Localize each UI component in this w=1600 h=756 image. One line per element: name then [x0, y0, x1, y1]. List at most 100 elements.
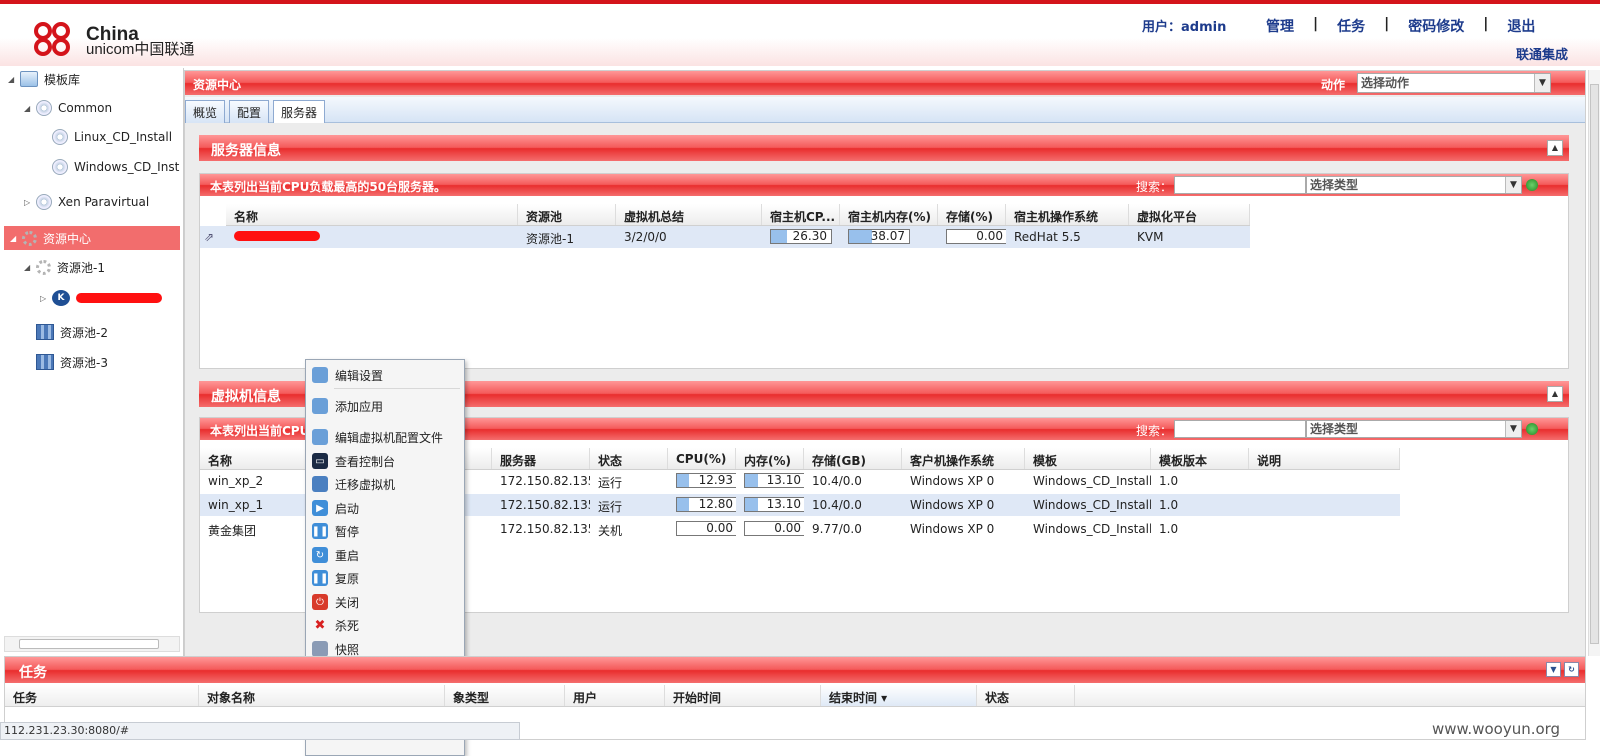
tree-node-common[interactable]: ◢ Common	[24, 96, 112, 120]
search-go-icon[interactable]	[1526, 423, 1538, 435]
server-table-panel: 本表列出当前CPU负载最高的50台服务器。 搜索： 选择类型 ▼ 名称 资源池 …	[199, 173, 1569, 369]
server-type-select[interactable]: 选择类型 ▼	[1306, 176, 1522, 194]
top-nav: 管理 | 任务 | 密码修改 | 退出	[1262, 16, 1539, 36]
menu-item-edit-settings[interactable]: 编辑设置	[306, 364, 464, 386]
col-object-type[interactable]: 象类型	[445, 685, 565, 706]
menu-item-add-app[interactable]: 添加应用	[306, 395, 464, 417]
kill-icon: ✖	[314, 617, 326, 633]
col-guest-os[interactable]: 客户机操作系统	[902, 448, 1025, 469]
logo-line2: unicom中国联通	[86, 41, 195, 58]
vm-type-select[interactable]: 选择类型 ▼	[1306, 420, 1522, 438]
col-end-time[interactable]: 结束时间 ▾	[821, 685, 977, 706]
guest-os-cell: Windows XP 0	[910, 474, 995, 488]
col-host-cpu[interactable]: 宿主机CP...	[762, 204, 840, 225]
tree-node-template-library[interactable]: ◢ 模板库	[8, 67, 80, 91]
tab-overview[interactable]: 概览	[185, 100, 226, 123]
col-start-time[interactable]: 开始时间	[665, 685, 821, 706]
menu-item-label: 启动	[335, 501, 360, 516]
col-template[interactable]: 模板	[1025, 448, 1151, 469]
col-host-mem[interactable]: 宿主机内存(%)	[840, 204, 938, 225]
col-task[interactable]: 任务	[5, 685, 199, 706]
expand-toggle-icon[interactable]: ◢	[24, 104, 36, 113]
kvm-server-icon: K	[52, 290, 70, 306]
scrollbar-thumb[interactable]	[1590, 84, 1599, 644]
collapse-down-icon[interactable]: ▼	[1546, 662, 1561, 677]
type-select-value: 选择类型	[1310, 422, 1359, 436]
tree-node-windows-cd[interactable]: Windows_CD_Inst	[52, 155, 180, 179]
mem-usage-bar: 13.10	[744, 497, 804, 512]
nav-password-link[interactable]: 密码修改	[1404, 16, 1468, 36]
collapse-up-icon[interactable]: ▲	[1547, 386, 1563, 402]
refresh-icon[interactable]: ↻	[1564, 662, 1579, 677]
tab-strip: 概览 配置 服务器	[185, 97, 1585, 123]
server-search-input[interactable]	[1174, 176, 1306, 194]
chevron-down-icon: ▼	[1534, 74, 1550, 92]
storage-cell: 10.4/0.0	[812, 474, 862, 488]
col-cpu[interactable]: CPU(%)	[668, 448, 736, 469]
menu-item-power[interactable]: ⏻ 关闭	[306, 591, 464, 613]
tree-node-pool-1[interactable]: ◢ 资源池-1	[24, 255, 105, 279]
type-select-value: 选择类型	[1310, 178, 1359, 192]
nav-logout-link[interactable]: 退出	[1503, 16, 1539, 36]
col-template-version[interactable]: 模板版本	[1151, 448, 1249, 469]
col-server[interactable]: 服务器	[492, 448, 590, 469]
table-row[interactable]: ⇗ 资源池-1 3/2/0/0 26.30 38.07 0.00 RedHat …	[200, 226, 1250, 248]
col-storage[interactable]: 存储(%)	[938, 204, 1006, 225]
tree-horizontal-scrollbar[interactable]	[4, 636, 180, 652]
tree-node-server[interactable]: ▷ K	[40, 286, 162, 310]
menu-item-resume[interactable]: ❚❚ 复原	[306, 567, 464, 589]
tab-servers[interactable]: 服务器	[273, 100, 326, 123]
vm-info-title: 虚拟机信息	[211, 389, 281, 405]
search-go-icon[interactable]	[1526, 179, 1538, 191]
expand-toggle-icon[interactable]: ◢	[24, 263, 36, 272]
tree-node-resource-center[interactable]: ◢ 资源中心	[4, 226, 180, 250]
tree-node-pool-2[interactable]: 资源池-2	[36, 320, 108, 344]
tree-node-pool-3[interactable]: 资源池-3	[36, 350, 108, 374]
main-vertical-scrollbar[interactable]	[1588, 70, 1600, 656]
nav-manage-link[interactable]: 管理	[1262, 16, 1298, 36]
tree-node-linux-cd[interactable]: Linux_CD_Install	[52, 125, 172, 149]
col-user[interactable]: 用户	[565, 685, 665, 706]
menu-item-migrate[interactable]: 迁移虚拟机	[306, 473, 464, 495]
migrate-row-icon: ⇗	[204, 230, 215, 244]
col-pool[interactable]: 资源池	[518, 204, 616, 225]
server-table-header: 名称 资源池 虚拟机总结 宿主机CP... 宿主机内存(%) 存储(%) 宿主机…	[226, 204, 1250, 226]
col-state[interactable]: 状态	[590, 448, 668, 469]
collapse-toggle-icon[interactable]: ▷	[40, 294, 52, 303]
expand-toggle-icon[interactable]: ◢	[10, 234, 22, 243]
tree-node-label: 资源中心	[43, 231, 92, 246]
top-header: China unicom中国联通 用户：admin 管理 | 任务 | 密码修改 | …	[0, 0, 1600, 66]
integration-link[interactable]: 联通集成	[1516, 44, 1568, 63]
power-icon: ⏻	[312, 594, 328, 610]
collapse-up-icon[interactable]: ▲	[1547, 140, 1563, 156]
col-platform[interactable]: 虚拟化平台	[1129, 204, 1250, 225]
action-select[interactable]: 选择动作 ▼	[1357, 73, 1551, 93]
col-note[interactable]: 说明	[1249, 448, 1400, 469]
china-unicom-logo: China unicom中国联通	[30, 22, 194, 62]
expand-toggle-icon[interactable]: ◢	[8, 75, 20, 84]
vm-search-input[interactable]	[1174, 420, 1306, 438]
col-object-name[interactable]: 对象名称	[199, 685, 445, 706]
scrollbar-thumb[interactable]	[19, 639, 159, 649]
tree-node-label: 模板库	[44, 72, 81, 87]
menu-item-edit-profile[interactable]: 编辑虚拟机配置文件	[306, 426, 464, 448]
col-name[interactable]: 名称	[226, 204, 518, 225]
tree-node-xen[interactable]: ▷ Xen Paravirtual	[24, 190, 149, 214]
col-vm-summary[interactable]: 虚拟机总结	[616, 204, 762, 225]
menu-item-label: 快照	[335, 642, 360, 657]
col-host-os[interactable]: 宿主机操作系统	[1006, 204, 1129, 225]
menu-item-console[interactable]: ▭ 查看控制台	[306, 450, 464, 472]
menu-item-play[interactable]: ▶ 启动	[306, 497, 464, 519]
menu-item-pause[interactable]: ❚❚ 暂停	[306, 520, 464, 542]
tab-config[interactable]: 配置	[229, 100, 270, 123]
redacted-server-name	[234, 231, 320, 241]
storage-usage-bar: 0.00	[946, 229, 1006, 244]
col-storage-gb[interactable]: 存储(GB)	[804, 448, 902, 469]
col-mem[interactable]: 内存(%)	[736, 448, 804, 469]
menu-item-kill[interactable]: ✖ 杀死	[306, 614, 464, 636]
nav-tasks-link[interactable]: 任务	[1333, 16, 1369, 36]
server-cell: 172.150.82.135	[500, 474, 590, 488]
collapse-toggle-icon[interactable]: ▷	[24, 198, 36, 207]
menu-item-restart[interactable]: ↻ 重启	[306, 544, 464, 566]
col-status[interactable]: 状态	[977, 685, 1075, 706]
